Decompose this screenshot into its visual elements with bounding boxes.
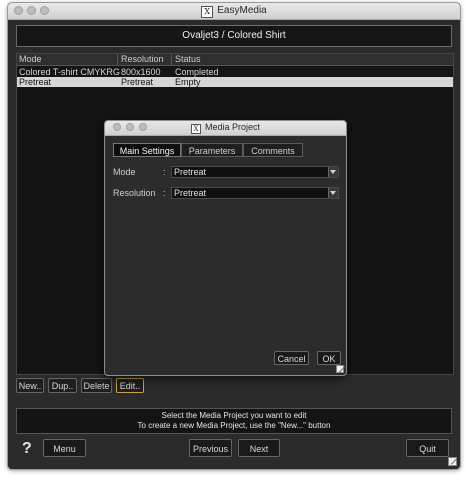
row-status: Empty <box>175 77 201 87</box>
resolution-colon: : <box>163 188 166 198</box>
quit-button[interactable]: Quit <box>406 439 449 457</box>
chevron-down-icon[interactable] <box>328 167 338 177</box>
window-resize-grip-icon[interactable] <box>448 457 457 466</box>
media-project-dialog: X Media Project Main Settings Parameters … <box>104 120 347 376</box>
project-banner: Ovaljet3 / Colored Shirt <box>16 25 452 47</box>
chevron-down-icon[interactable] <box>328 188 338 198</box>
row-resolution: Pretreat <box>121 77 154 87</box>
tab-main-settings[interactable]: Main Settings <box>113 143 181 157</box>
dialog-resize-grip-icon[interactable] <box>336 365 344 373</box>
resolution-select-value: Pretreat <box>174 188 207 198</box>
ok-button[interactable]: OK <box>317 351 341 365</box>
tab-comments[interactable]: Comments <box>243 143 303 157</box>
table-row[interactable]: Colored T-shirt CMYKRG 800x1600 Complete… <box>17 67 453 77</box>
menu-button[interactable]: Menu <box>43 439 86 457</box>
resolution-select[interactable]: Pretreat <box>171 187 339 199</box>
previous-button[interactable]: Previous <box>189 439 232 457</box>
row-mode: Pretreat <box>19 77 52 87</box>
status-line-2: To create a new Media Project, use the "… <box>137 421 331 430</box>
mode-label: Mode <box>113 167 136 177</box>
next-button[interactable]: Next <box>238 439 280 457</box>
table-row-selected[interactable]: Pretreat Pretreat Empty <box>17 77 453 87</box>
mode-select-value: Pretreat <box>174 167 207 177</box>
mode-colon: : <box>163 167 166 177</box>
delete-button[interactable]: Delete <box>81 378 112 393</box>
status-message-box: Select the Media Project you want to edi… <box>16 408 452 434</box>
cancel-button[interactable]: Cancel <box>274 351 309 365</box>
duplicate-button[interactable]: Dup.. <box>48 378 77 393</box>
row-resolution: 800x1600 <box>121 67 161 77</box>
app-logo-icon: X <box>201 6 214 18</box>
row-status: Completed <box>175 67 219 77</box>
new-button[interactable]: New.. <box>16 378 44 393</box>
main-titlebar[interactable]: X EasyMedia <box>8 3 460 20</box>
dialog-titlebar[interactable]: X Media Project <box>105 121 346 136</box>
window-title-text: EasyMedia <box>217 5 267 16</box>
table-header: Mode Resolution Status <box>17 54 453 66</box>
dialog-title: X Media Project <box>105 122 346 134</box>
column-header-resolution[interactable]: Resolution <box>121 54 172 65</box>
column-header-mode[interactable]: Mode <box>19 54 118 65</box>
window-title: X EasyMedia <box>8 5 460 18</box>
tab-parameters[interactable]: Parameters <box>181 143 243 157</box>
resolution-label: Resolution <box>113 188 156 198</box>
dialog-title-text: Media Project <box>204 122 261 132</box>
edit-button[interactable]: Edit.. <box>116 378 144 393</box>
column-header-status[interactable]: Status <box>175 54 451 65</box>
help-icon[interactable]: ? <box>22 440 32 458</box>
dialog-logo-icon: X <box>190 124 201 134</box>
row-mode: Colored T-shirt CMYKRG <box>19 67 120 77</box>
mode-select[interactable]: Pretreat <box>171 166 339 178</box>
status-line-1: Select the Media Project you want to edi… <box>161 411 307 420</box>
